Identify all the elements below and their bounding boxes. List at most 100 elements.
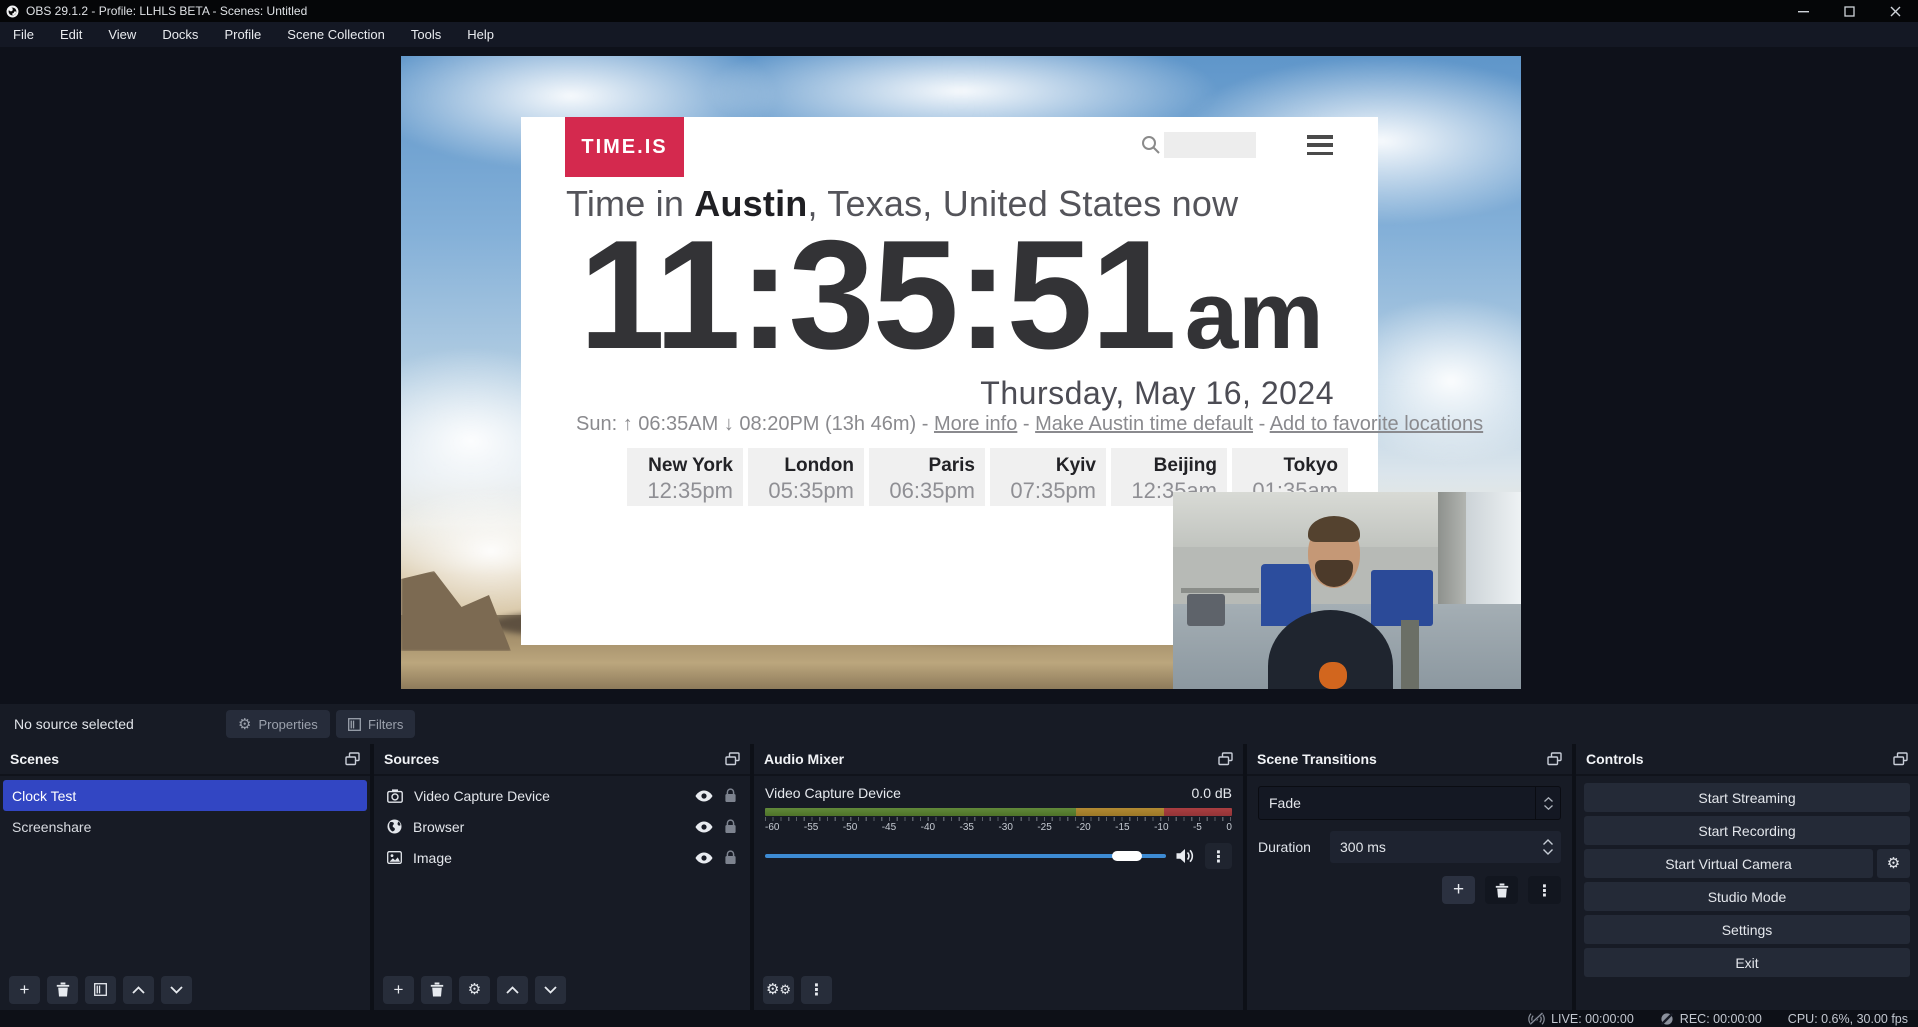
webcam-video-source	[1173, 492, 1521, 689]
image-icon	[387, 851, 402, 864]
make-default-link: Make Austin time default	[1035, 413, 1253, 435]
duration-spinbox[interactable]: 300 ms	[1330, 831, 1561, 863]
lock-icon[interactable]	[724, 819, 737, 834]
gears-icon: ⚙⚙	[766, 982, 791, 997]
start-streaming-button[interactable]: Start Streaming	[1584, 783, 1910, 812]
maximize-button[interactable]	[1826, 0, 1872, 22]
move-scene-down-button[interactable]	[161, 976, 192, 1004]
dock-area: Scenes Clock Test Screenshare +	[0, 744, 1918, 1010]
channel-level-db: 0.0 dB	[1192, 785, 1232, 801]
chevron-down-icon	[544, 986, 557, 994]
spin-up-icon[interactable]	[1543, 839, 1553, 845]
plus-icon: +	[394, 980, 404, 1000]
scenes-toolbar: +	[0, 969, 370, 1010]
scene-item-screenshare[interactable]: Screenshare	[3, 811, 367, 842]
clock-meridiem: am	[1185, 268, 1324, 364]
kebab-menu-icon: ⋮	[1537, 881, 1553, 900]
move-source-down-button[interactable]	[535, 976, 566, 1004]
source-item-video-capture[interactable]: Video Capture Device	[377, 780, 747, 811]
close-button[interactable]	[1872, 0, 1918, 22]
trash-icon	[1495, 883, 1509, 898]
exit-button[interactable]: Exit	[1584, 948, 1910, 977]
broadcast-off-icon	[1528, 1012, 1545, 1025]
timeis-search-input[interactable]	[1164, 132, 1256, 158]
transition-select[interactable]: Fade	[1258, 786, 1561, 820]
mixer-menu-button[interactable]: ⋮	[801, 976, 832, 1004]
add-scene-button[interactable]: +	[9, 976, 40, 1004]
favorite-link: Add to favorite locations	[1270, 413, 1483, 435]
menu-profile[interactable]: Profile	[211, 22, 274, 47]
timeis-logo: TIME.IS	[565, 117, 684, 177]
advanced-audio-button[interactable]: ⚙⚙	[763, 976, 794, 1004]
chevron-up-icon	[132, 986, 145, 994]
program-preview[interactable]: TIME.IS Time in Austin, Texas, United St…	[401, 56, 1521, 689]
menu-tools[interactable]: Tools	[398, 22, 454, 47]
clock-digits: 11:35:51	[579, 217, 1175, 372]
window-title: OBS 29.1.2 - Profile: LLHLS BETA - Scene…	[26, 4, 307, 18]
settings-button[interactable]: Settings	[1584, 915, 1910, 944]
rec-status: REC: 00:00:00	[1660, 1012, 1762, 1026]
record-off-icon	[1660, 1012, 1674, 1026]
scene-filters-button[interactable]	[85, 976, 116, 1004]
menu-scene-collection[interactable]: Scene Collection	[274, 22, 398, 47]
duration-label: Duration	[1258, 839, 1320, 855]
channel-options-button[interactable]: ⋮	[1205, 843, 1232, 869]
transitions-dock: Scene Transitions Fade Duration 300 ms	[1247, 744, 1572, 1010]
transition-options-button[interactable]: ⋮	[1528, 876, 1561, 904]
transitions-body: Fade Duration 300 ms	[1247, 776, 1572, 904]
virtual-camera-config-button[interactable]: ⚙	[1877, 849, 1910, 878]
popout-icon[interactable]	[1893, 752, 1908, 766]
menu-view[interactable]: View	[95, 22, 149, 47]
move-source-up-button[interactable]	[497, 976, 528, 1004]
start-recording-button[interactable]: Start Recording	[1584, 816, 1910, 845]
menu-help[interactable]: Help	[454, 22, 507, 47]
menu-file[interactable]: File	[0, 22, 47, 47]
visibility-eye-icon[interactable]	[695, 852, 713, 864]
kebab-menu-icon: ⋮	[809, 980, 825, 999]
properties-button[interactable]: ⚙ Properties	[226, 710, 330, 738]
volume-slider-handle[interactable]	[1112, 851, 1142, 861]
lock-icon[interactable]	[724, 788, 737, 803]
popout-icon[interactable]	[345, 752, 360, 766]
remove-scene-button[interactable]	[47, 976, 78, 1004]
timeis-clock: 11:35:51 am	[579, 217, 1324, 372]
visibility-eye-icon[interactable]	[695, 790, 713, 802]
source-item-image[interactable]: Image	[377, 842, 747, 873]
minimize-button[interactable]	[1780, 0, 1826, 22]
select-spinner[interactable]	[1535, 787, 1560, 819]
source-properties-button[interactable]: ⚙	[459, 976, 490, 1004]
source-item-browser[interactable]: Browser	[377, 811, 747, 842]
remove-source-button[interactable]	[421, 976, 452, 1004]
scene-item-clock-test[interactable]: Clock Test	[3, 780, 367, 811]
menu-docks[interactable]: Docks	[149, 22, 211, 47]
maximize-icon	[1844, 6, 1855, 17]
popout-icon[interactable]	[1218, 752, 1233, 766]
hamburger-menu-icon[interactable]	[1307, 135, 1333, 155]
start-virtual-camera-button[interactable]: Start Virtual Camera	[1584, 849, 1873, 878]
scenes-header: Scenes	[0, 744, 370, 776]
studio-mode-button[interactable]: Studio Mode	[1584, 882, 1910, 911]
volume-slider[interactable]	[765, 854, 1166, 858]
gear-icon: ⚙	[1887, 856, 1900, 871]
add-transition-button[interactable]: +	[1442, 876, 1475, 904]
channel-name: Video Capture Device	[765, 785, 901, 801]
lock-icon[interactable]	[724, 850, 737, 865]
remove-transition-button[interactable]	[1485, 876, 1518, 904]
menu-edit[interactable]: Edit	[47, 22, 95, 47]
filters-button[interactable]: Filters	[336, 710, 415, 738]
sources-header: Sources	[374, 744, 750, 776]
spin-down-icon[interactable]	[1543, 849, 1553, 855]
city-box-paris: Paris06:35pm	[869, 448, 985, 506]
popout-icon[interactable]	[725, 752, 740, 766]
audio-mixer-dock: Audio Mixer Video Capture Device 0.0 dB …	[754, 744, 1243, 1010]
meter-scale: -60-55-50-45-40-35-30-25-20-15-10-50	[765, 822, 1232, 833]
visibility-eye-icon[interactable]	[695, 821, 713, 833]
add-source-button[interactable]: +	[383, 976, 414, 1004]
audio-mixer-header: Audio Mixer	[754, 744, 1243, 776]
chevron-down-icon	[170, 986, 183, 994]
meter-tickmarks	[765, 817, 1232, 821]
popout-icon[interactable]	[1547, 752, 1562, 766]
speaker-icon[interactable]	[1176, 848, 1195, 864]
move-scene-up-button[interactable]	[123, 976, 154, 1004]
mixer-toolbar: ⚙⚙ ⋮	[754, 969, 1243, 1010]
